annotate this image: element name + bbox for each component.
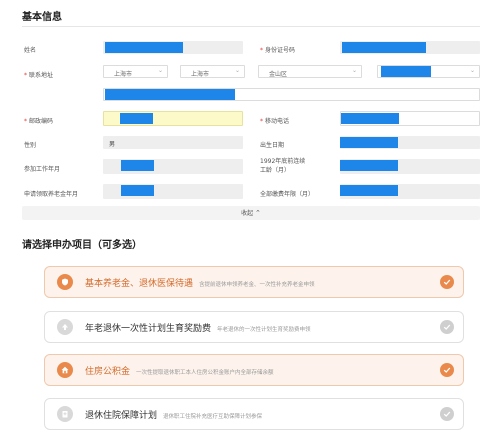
redacted-block [105,89,235,100]
address-label: * 联系地址 [24,72,54,79]
apply-item-title: 住房公积金 一次性提取退休职工本人住房公积金账户内全部存储余额 [85,367,274,377]
hospital-icon [57,406,73,422]
redacted-block [381,66,431,77]
chevron-up-icon: ⌃ [255,209,261,217]
postcode-input[interactable] [103,111,243,126]
street-select[interactable]: ⌄ [377,65,480,78]
redacted-block [121,160,154,171]
work-date-label: 参加工作年月 [24,166,61,173]
redacted-block [341,113,399,124]
postcode-label: * 邮政编码 [24,118,54,125]
total-months-label: 全部缴费年限（月） [260,191,315,198]
redacted-block [121,185,154,196]
mobile-label: * 移动电话 [260,118,290,125]
apply-item-title: 基本养老金、退休医保待遇 含提前退休申领养老金、一次性补充养老金申领 [85,279,315,289]
check-icon [440,363,454,377]
collapse-button[interactable]: 收起 ⌃ [22,206,480,220]
redacted-block [340,185,398,196]
apply-item-pension[interactable]: 基本养老金、退休医保待遇 含提前退休申领养老金、一次性补充养老金申领 [44,266,464,298]
chevron-down-icon: ⌄ [157,67,163,74]
apply-item-family-planning[interactable]: 年老退休一次性计划生育奖励费 年老退休的一次性计划生育奖励费申领 [44,311,464,343]
gender-label: 性别 [24,142,37,149]
continuous-service-field [340,159,480,174]
pension-date-field [103,184,243,199]
redacted-block [340,160,398,171]
redacted-block [340,137,398,148]
name-label: 姓名 [24,47,37,54]
name-field[interactable] [103,41,243,54]
check-icon [440,407,454,421]
gender-field: 男 [103,136,243,149]
gender-value: 男 [109,141,116,148]
check-icon [440,320,454,334]
chevron-down-icon: ⌄ [469,67,475,74]
chevron-down-icon: ⌄ [351,67,357,74]
redacted-block [120,113,153,124]
apply-item-housing-fund[interactable]: 住房公积金 一次性提取退休职工本人住房公积金账户内全部存储余额 [44,354,464,386]
chevron-down-icon: ⌄ [234,67,240,74]
id-field[interactable] [340,41,480,54]
province-select[interactable]: 上海市 ⌄ [103,65,168,78]
apply-title: 请选择申办项目（可多选） [22,240,142,251]
work-date-field [103,159,243,174]
province-value: 上海市 [114,71,133,78]
collapse-label: 收起 [241,210,254,217]
shield-icon [57,274,73,290]
redacted-block [342,42,426,53]
birth-field [340,136,480,149]
city-select[interactable]: 上海市 ⌄ [180,65,245,78]
basic-info-divider [22,26,480,27]
district-select[interactable]: 金山区 ⌄ [258,65,362,78]
apply-item-hospital-plan[interactable]: 退休住院保障计划 退休职工住院补充医疗互助保障计划参保 [44,398,464,430]
apply-item-title: 退休住院保障计划 退休职工住院补充医疗互助保障计划参保 [85,411,263,421]
id-label: * 身份证号码 [260,47,296,54]
continuous-service-label: 1992年底前连续 工龄（月） [260,158,306,174]
arrow-up-icon [57,319,73,335]
house-icon [57,362,73,378]
city-value: 上海市 [191,71,210,78]
apply-item-title: 年老退休一次性计划生育奖励费 年老退休的一次性计划生育奖励费申领 [85,324,311,334]
detail-address-input[interactable] [103,88,480,101]
redacted-block [105,42,183,53]
pension-date-label: 申请领取养老金年月 [24,191,79,198]
check-icon [440,275,454,289]
basic-info-title: 基本信息 [22,12,62,23]
total-months-field [340,184,480,199]
birth-label: 出生日期 [260,142,285,149]
district-value: 金山区 [269,71,288,78]
mobile-input[interactable] [340,111,480,126]
